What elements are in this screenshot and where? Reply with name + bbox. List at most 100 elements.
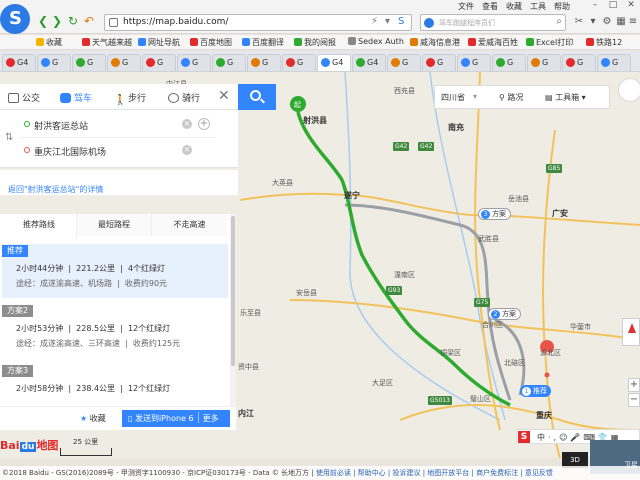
traffic-toggle[interactable]: ⚲ 路况 <box>499 92 523 103</box>
start-field[interactable]: 射洪客运总站 × + <box>20 112 216 138</box>
lightning-icon[interactable]: ⚡ <box>371 16 378 27</box>
bookmark-item[interactable]: 天气越来越 <box>82 37 132 49</box>
menu-view[interactable]: 查看 <box>482 1 498 12</box>
bookmark-icon <box>190 38 198 46</box>
bookmark-item[interactable]: 百度翻译 <box>242 37 284 49</box>
undo-icon[interactable]: ↶ <box>82 14 96 28</box>
send-to-phone-button[interactable]: ▯ 发送到iPhone 6 更多 <box>122 410 230 427</box>
route-plan-2[interactable]: 方案2 2小时53分钟 | 228.5公里 | 12个红绿灯 途经：成遂渝高速、… <box>2 304 228 358</box>
map-label: 乐至县 <box>240 309 261 317</box>
settings-icon[interactable]: ⚙ <box>600 15 614 29</box>
tab-label: G <box>542 58 549 67</box>
search-engine-icon[interactable]: S <box>398 16 404 27</box>
region-selector[interactable]: 四川省 <box>441 92 465 103</box>
end-field[interactable]: 重庆江北国际机场 × <box>20 138 216 164</box>
browser-tab[interactable]: G <box>107 54 141 71</box>
swap-icon[interactable]: ⇅ <box>5 132 13 143</box>
lock-icon <box>109 18 118 27</box>
browser-logo-icon[interactable]: S <box>0 4 30 34</box>
mode-walk[interactable]: 🚶 步行 <box>114 91 146 106</box>
map-label: 合川区 <box>482 321 503 329</box>
clear-icon[interactable]: × <box>182 145 192 155</box>
forward-icon[interactable]: ❯ <box>50 14 64 28</box>
mode-bike[interactable]: 骑行 <box>168 91 200 104</box>
zoom-in-button[interactable]: + <box>628 378 640 392</box>
favorite-button[interactable]: ★ 收藏 <box>80 413 106 424</box>
clear-icon[interactable]: × <box>182 119 192 129</box>
route-callout-plan3[interactable]: 3 方案 <box>478 208 511 220</box>
start-input[interactable]: 射洪客运总站 <box>34 119 88 132</box>
menu-favorites[interactable]: 收藏 <box>506 1 522 12</box>
footer-links[interactable]: 使用前必读 | 帮助中心 | 投诉建议 | 地图开放平台 | 商户免费标注 | … <box>316 469 553 477</box>
browser-tab[interactable]: G <box>247 54 281 71</box>
scrollbar-thumb[interactable] <box>231 216 235 366</box>
chevron-down-icon[interactable]: ▾ <box>473 92 477 101</box>
refresh-icon[interactable]: ↻ <box>66 14 80 28</box>
browser-tab[interactable]: G4 <box>317 54 351 71</box>
minimize-icon[interactable]: – <box>586 0 604 11</box>
bookmarks-bar: 收藏 天气越来越 网址导航 百度地图 百度翻译 我的阅报 Sedex Auth … <box>0 35 640 50</box>
browser-tab[interactable]: G <box>457 54 491 71</box>
bookmark-item[interactable]: Sedex Auth <box>348 37 404 49</box>
menu-tools[interactable]: 工具 <box>530 1 546 12</box>
browser-tab[interactable]: G <box>177 54 211 71</box>
bookmark-item[interactable]: 威海信息港 <box>410 37 460 49</box>
route-plan-1[interactable]: 推荐 2小时44分钟 | 221.2公里 | 4个红绿灯 途经：成遂渝高速、机场… <box>2 244 228 298</box>
zoom-out-button[interactable]: − <box>628 393 640 407</box>
close-icon[interactable]: ✕ <box>218 88 230 104</box>
browser-tab[interactable]: G4 <box>2 54 36 71</box>
browser-tab[interactable]: G <box>212 54 246 71</box>
scrollbar[interactable] <box>230 214 236 430</box>
back-link[interactable]: ‹ 返回"射洪客运总站"的详情 <box>0 170 238 196</box>
browser-tab[interactable]: G <box>37 54 71 71</box>
browser-tab[interactable]: G <box>562 54 596 71</box>
bookmark-item[interactable]: 我的阅报 <box>294 37 336 49</box>
mode-drive[interactable]: 驾车 <box>60 91 92 104</box>
close-window-icon[interactable]: ✕ <box>622 0 640 11</box>
browser-tab[interactable]: G <box>142 54 176 71</box>
map-label: 渝北区 <box>540 349 561 357</box>
browser-search-box[interactable]: 驾车跑腿程序员们 ⌕ <box>420 14 566 31</box>
start-dot-icon <box>24 121 30 127</box>
bookmark-item[interactable]: 收藏 <box>36 37 62 49</box>
browser-tab[interactable]: G <box>527 54 561 71</box>
browser-tab[interactable]: G4 <box>352 54 386 71</box>
toolbox-button[interactable]: ▤ 工具箱 ▾ <box>545 92 586 103</box>
dropdown-icon[interactable]: ▾ <box>586 15 600 29</box>
bookmark-item[interactable]: 网址导航 <box>138 37 180 49</box>
browser-tab[interactable]: G <box>422 54 456 71</box>
more-icon[interactable]: ≡ <box>626 15 640 29</box>
bookmark-item[interactable]: 百度地图 <box>190 37 232 49</box>
bookmark-item[interactable]: 铁路12 <box>586 37 622 49</box>
cut-icon[interactable]: ✂ <box>572 15 586 29</box>
tab-label: G <box>437 58 444 67</box>
plan-badge: 推荐 <box>2 245 28 257</box>
location-button[interactable] <box>618 78 640 102</box>
maximize-icon[interactable]: □ <box>604 0 622 11</box>
tab-no-highway[interactable]: 不走高速 <box>152 214 227 236</box>
menu-file[interactable]: 文件 <box>458 1 474 12</box>
browser-tab[interactable]: G <box>492 54 526 71</box>
address-bar[interactable]: https://map.baidu.com/ ⚡ ▾ S <box>104 14 412 31</box>
tab-recommended[interactable]: 推荐路线 <box>2 214 77 236</box>
browser-tab[interactable]: G <box>387 54 421 71</box>
back-icon[interactable]: ❮ <box>36 14 50 28</box>
browser-tab[interactable]: G <box>282 54 316 71</box>
bookmark-item[interactable]: Excel打印 <box>526 37 573 49</box>
mode-bus[interactable]: 公交 <box>8 91 40 104</box>
browser-tab[interactable]: G <box>597 54 631 71</box>
search-icon[interactable]: ⌕ <box>556 16 562 27</box>
bookmark-item[interactable]: 爱威海百姓 <box>468 37 518 49</box>
more-button[interactable]: 更多 <box>203 414 219 423</box>
dropdown-icon[interactable]: ▾ <box>385 16 390 27</box>
browser-tab[interactable]: G <box>72 54 106 71</box>
compass-icon[interactable] <box>622 318 640 346</box>
add-waypoint-icon[interactable]: + <box>198 118 210 130</box>
end-input[interactable]: 重庆江北国际机场 <box>34 145 106 158</box>
route-callout-plan2[interactable]: 2 方案 <box>488 308 521 320</box>
route-callout-recommended[interactable]: 1 推荐 <box>520 385 551 397</box>
address-url[interactable]: https://map.baidu.com/ <box>123 17 228 27</box>
tab-shortest[interactable]: 最短路程 <box>77 214 152 236</box>
search-route-button[interactable] <box>238 84 276 110</box>
menu-help[interactable]: 帮助 <box>554 1 570 12</box>
